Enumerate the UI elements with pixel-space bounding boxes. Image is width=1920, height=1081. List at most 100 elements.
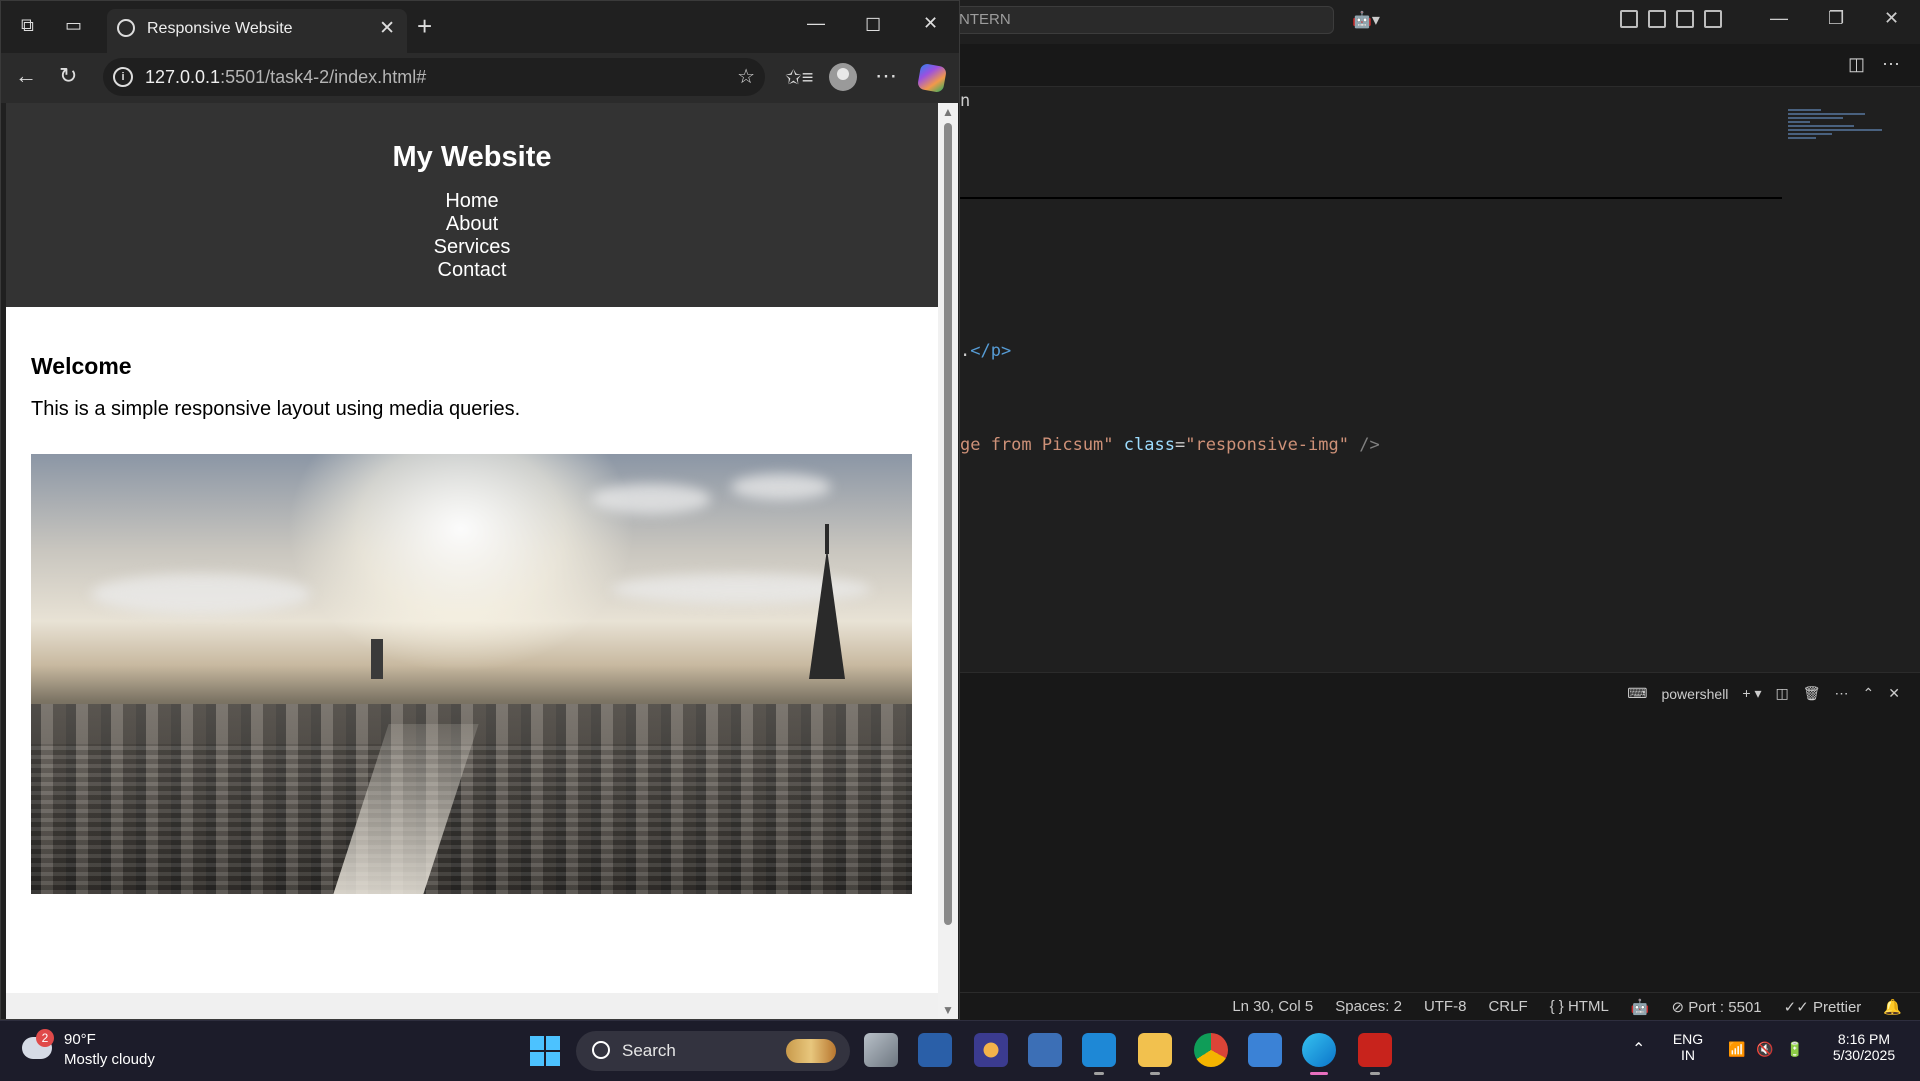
running-indicator xyxy=(1370,1072,1380,1075)
status-indentation[interactable]: Spaces: 2 xyxy=(1335,998,1402,1016)
language-indicator[interactable]: ENG IN xyxy=(1666,1031,1710,1063)
task-view-icon[interactable] xyxy=(864,1033,898,1067)
site-nav: Home About Services Contact xyxy=(6,190,938,282)
no-entry-icon: ⊘ xyxy=(1671,999,1685,1016)
workspaces-icon[interactable]: ⧉ xyxy=(21,15,34,36)
close-window-icon[interactable]: ✕ xyxy=(923,13,938,34)
responsive-image xyxy=(31,454,912,894)
show-hidden-icons-icon[interactable]: ⌃ xyxy=(1632,1039,1645,1059)
edge-icon[interactable] xyxy=(1302,1033,1336,1075)
status-encoding[interactable]: UTF-8 xyxy=(1424,998,1467,1016)
status-bar: Ln 30, Col 5 Spaces: 2 UTF-8 CRLF { } HT… xyxy=(960,992,1920,1021)
more-actions-icon[interactable]: ⋯ xyxy=(1835,685,1849,702)
vscode-icon[interactable] xyxy=(1082,1033,1116,1075)
taskbar-search[interactable]: Search xyxy=(576,1031,850,1071)
favorite-star-icon[interactable]: ☆ xyxy=(737,64,755,89)
copilot-icon[interactable]: 🤖▾ xyxy=(1352,10,1380,30)
scroll-up-icon[interactable]: ▲ xyxy=(942,105,954,119)
toggle-primary-sidebar-icon[interactable] xyxy=(1648,10,1666,28)
status-language[interactable]: { } HTML xyxy=(1550,998,1609,1016)
page-scrollbar[interactable]: ▲ ▼ xyxy=(938,103,958,1019)
clock-time: 8:16 PM xyxy=(1837,1031,1891,1047)
clock[interactable]: 8:16 PM 5/30/2025 xyxy=(1820,1031,1908,1063)
scroll-down-icon[interactable]: ▼ xyxy=(942,1003,954,1017)
notepad-icon[interactable] xyxy=(1248,1033,1282,1067)
maximize-panel-icon[interactable]: ⌃ xyxy=(1863,685,1875,702)
close-tab-icon[interactable]: ✕ xyxy=(379,17,395,40)
trash-icon[interactable]: 🗑 xyxy=(1803,685,1821,702)
tab-title: Responsive Website xyxy=(147,20,293,37)
image-cloud xyxy=(91,574,311,614)
favorites-icon[interactable]: ✩≡ xyxy=(785,65,813,90)
status-prettier-label: Prettier xyxy=(1812,999,1862,1016)
customize-layout-icon[interactable] xyxy=(1620,10,1638,28)
city-blocks xyxy=(31,744,912,894)
refresh-icon[interactable]: ↻ xyxy=(59,63,77,89)
minimize-icon[interactable]: — xyxy=(1770,8,1788,29)
code-line: ge from Picsum" class="responsive-img" /… xyxy=(960,435,1380,455)
language-code: ENG xyxy=(1672,1031,1704,1047)
editor-tabbar: ◫ ⋯ xyxy=(960,44,1920,87)
status-prettier[interactable]: ✓✓ Prettier xyxy=(1784,998,1862,1016)
code-text: . xyxy=(960,341,971,361)
copilot-logo-icon[interactable] xyxy=(916,62,948,94)
back-arrow-icon[interactable]: ← xyxy=(15,63,37,89)
minimize-icon[interactable]: — xyxy=(807,13,825,34)
taskbar: 2 90°F Mostly cloudy Search ⌃ ENG IN 📶 🔇… xyxy=(0,1020,1920,1081)
app-icon[interactable] xyxy=(1028,1033,1062,1067)
search-label: Search xyxy=(622,1041,676,1060)
microsoft-store-icon[interactable] xyxy=(918,1033,952,1067)
toggle-panel-icon[interactable] xyxy=(1676,10,1694,28)
region-code: IN xyxy=(1681,1047,1695,1063)
double-check-icon: ✓✓ xyxy=(1783,999,1809,1016)
tab-actions-icon[interactable]: ▭ xyxy=(65,15,82,36)
nav-link-about[interactable]: About xyxy=(6,213,938,236)
split-editor-icon[interactable]: ◫ xyxy=(1848,54,1865,75)
nav-link-home[interactable]: Home xyxy=(6,190,938,213)
layout-controls xyxy=(1620,10,1722,28)
volume-muted-icon[interactable]: 🔇 xyxy=(1756,1041,1773,1058)
close-icon[interactable]: ✕ xyxy=(1884,8,1899,29)
image-cloud xyxy=(731,474,831,500)
terminal-label[interactable]: powershell xyxy=(1661,686,1728,702)
url-text[interactable]: 127.0.0.1:5501/task4-2/index.html# xyxy=(145,67,426,88)
more-actions-icon[interactable]: ⋯ xyxy=(1882,54,1900,75)
acrobat-icon[interactable] xyxy=(1358,1033,1392,1075)
restore-icon[interactable]: ❐ xyxy=(1828,8,1844,29)
maximize-icon[interactable]: ☐ xyxy=(865,15,881,36)
nav-link-services[interactable]: Services xyxy=(6,236,938,259)
url-host: 127.0.0.1 xyxy=(145,67,221,87)
split-terminal-icon[interactable]: ◫ xyxy=(1776,685,1789,702)
notifications-bell-icon[interactable]: 🔔 xyxy=(1883,998,1902,1016)
toggle-secondary-sidebar-icon[interactable] xyxy=(1704,10,1722,28)
profile-avatar[interactable] xyxy=(829,63,857,91)
file-explorer-icon[interactable] xyxy=(1138,1033,1172,1075)
scroll-thumb[interactable] xyxy=(944,123,952,925)
close-panel-icon[interactable]: ✕ xyxy=(1888,685,1900,702)
chrome-icon[interactable] xyxy=(1194,1033,1228,1067)
status-cursor-position[interactable]: Ln 30, Col 5 xyxy=(1232,998,1313,1016)
tab-responsive-website[interactable]: Responsive Website ✕ xyxy=(107,9,407,53)
braces-icon: { } xyxy=(1549,998,1564,1015)
weather-condition: Mostly cloudy xyxy=(64,1051,155,1068)
site-info-icon[interactable]: i xyxy=(113,67,133,87)
wifi-icon[interactable]: 📶 xyxy=(1728,1041,1745,1058)
code-editor[interactable]: n .</p> ge from Picsum" class="responsiv… xyxy=(960,87,1920,672)
nav-link-contact[interactable]: Contact xyxy=(6,259,938,282)
address-bar[interactable]: i 127.0.0.1:5501/task4-2/index.html# ☆ xyxy=(103,58,765,96)
command-center-search[interactable]: NTERN xyxy=(950,6,1334,34)
new-tab-icon[interactable]: + xyxy=(417,11,432,42)
windows-start-icon[interactable] xyxy=(530,1036,560,1066)
copilot-status-icon[interactable]: 🤖 xyxy=(1631,998,1650,1016)
clock-date: 5/30/2025 xyxy=(1832,1047,1896,1063)
settings-more-icon[interactable]: ⋯ xyxy=(875,63,897,89)
status-eol[interactable]: CRLF xyxy=(1488,998,1527,1016)
eclipse-icon[interactable] xyxy=(974,1033,1008,1067)
terminal-toolbar: ⌨ powershell + ▾ ◫ 🗑 ⋯ ⌃ ✕ xyxy=(1627,685,1900,702)
site-main: Welcome This is a simple responsive layo… xyxy=(6,353,938,894)
new-terminal-icon[interactable]: + ▾ xyxy=(1742,685,1761,702)
status-live-server[interactable]: ⊘ Port : 5501 xyxy=(1672,998,1762,1016)
battery-icon[interactable]: 🔋 xyxy=(1786,1041,1803,1058)
minimap[interactable] xyxy=(1788,107,1898,187)
active-indicator xyxy=(1310,1072,1328,1075)
